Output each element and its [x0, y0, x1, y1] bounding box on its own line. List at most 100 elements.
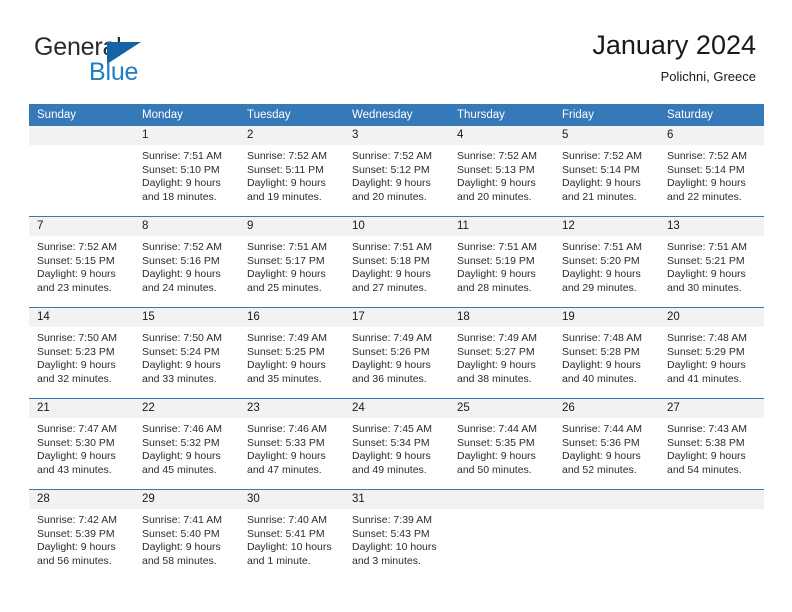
- sunrise-time: Sunrise: 7:52 AM: [352, 150, 432, 162]
- calendar-day-cell[interactable]: 31 Sunrise: 7:39 AM Sunset: 5:43 PM Dayligh…: [344, 489, 449, 580]
- calendar-day-cell[interactable]: 5 Sunrise: 7:52 AM Sunset: 5:14 PM Daylight…: [554, 126, 659, 217]
- calendar-day-cell[interactable]: 25 Sunrise: 7:44 AM Sunset: 5:35 PM Dayligh…: [449, 398, 554, 490]
- day-number: 15: [134, 308, 239, 327]
- calendar-day-cell[interactable]: 29 Sunrise: 7:41 AM Sunset: 5:40 PM Dayligh…: [134, 489, 239, 580]
- calendar-day-cell[interactable]: 11 Sunrise: 7:51 AM Sunset: 5:19 PM Dayligh…: [449, 216, 554, 308]
- sunset-time: Sunset: 5:29 PM: [667, 345, 745, 358]
- calendar-week-row: 14 Sunrise: 7:50 AM Sunset: 5:23 PM Dayligh…: [29, 307, 764, 399]
- day-number: 29: [134, 490, 239, 509]
- daylight-duration-line2: and 45 minutes.: [142, 463, 217, 476]
- calendar-day-cell[interactable]: 3 Sunrise: 7:52 AM Sunset: 5:12 PM Daylight…: [344, 126, 449, 217]
- general-blue-logo[interactable]: General Blue: [34, 33, 174, 89]
- calendar-day-cell[interactable]: 17 Sunrise: 7:49 AM Sunset: 5:26 PM Dayligh…: [344, 307, 449, 399]
- calendar-day-cell[interactable]: 30 Sunrise: 7:40 AM Sunset: 5:41 PM Dayligh…: [239, 489, 344, 580]
- day-number: 19: [554, 308, 659, 327]
- day-number: 24: [344, 399, 449, 418]
- day-cell-content: 19 Sunrise: 7:48 AM Sunset: 5:28 PM Dayligh…: [554, 308, 659, 398]
- daylight-duration-line2: and 18 minutes.: [142, 190, 217, 203]
- daylight-duration-line1: Daylight: 9 hours: [667, 359, 746, 372]
- day-number: 6: [659, 126, 764, 145]
- calendar-day-cell[interactable]: [449, 489, 554, 580]
- day-details: Sunrise: 7:52 AM Sunset: 5:14 PM Daylight:…: [659, 145, 764, 204]
- calendar-day-cell[interactable]: 20 Sunrise: 7:48 AM Sunset: 5:29 PM Dayligh…: [659, 307, 764, 399]
- calendar-day-cell[interactable]: 2 Sunrise: 7:52 AM Sunset: 5:11 PM Daylight…: [239, 126, 344, 217]
- weekday-header-thursday: Thursday: [449, 104, 554, 126]
- calendar-day-cell[interactable]: 28 Sunrise: 7:42 AM Sunset: 5:39 PM Dayligh…: [29, 489, 134, 580]
- calendar-day-cell[interactable]: 19 Sunrise: 7:48 AM Sunset: 5:28 PM Dayligh…: [554, 307, 659, 399]
- daylight-duration-line1: Daylight: 9 hours: [562, 268, 641, 281]
- sunset-time: Sunset: 5:12 PM: [352, 163, 430, 176]
- calendar-day-cell[interactable]: 18 Sunrise: 7:49 AM Sunset: 5:27 PM Dayligh…: [449, 307, 554, 399]
- sunrise-time: Sunrise: 7:51 AM: [667, 241, 747, 253]
- calendar-grid: Sunday Monday Tuesday Wednesday Thursday…: [29, 104, 764, 580]
- day-number: 10: [344, 217, 449, 236]
- day-number: 28: [29, 490, 134, 509]
- day-number: 20: [659, 308, 764, 327]
- daylight-duration-line2: and 49 minutes.: [352, 463, 427, 476]
- calendar-day-cell[interactable]: [659, 489, 764, 580]
- daylight-duration-line1: Daylight: 9 hours: [352, 268, 431, 281]
- sunrise-time: Sunrise: 7:45 AM: [352, 423, 432, 435]
- sunset-time: Sunset: 5:41 PM: [247, 527, 325, 540]
- daylight-duration-line1: Daylight: 9 hours: [562, 450, 641, 463]
- calendar-day-cell[interactable]: 13 Sunrise: 7:51 AM Sunset: 5:21 PM Dayligh…: [659, 216, 764, 308]
- daylight-duration-line2: and 54 minutes.: [667, 463, 742, 476]
- day-details: [449, 509, 554, 514]
- daylight-duration-line2: and 41 minutes.: [667, 372, 742, 385]
- calendar-day-cell[interactable]: 23 Sunrise: 7:46 AM Sunset: 5:33 PM Dayligh…: [239, 398, 344, 490]
- sunset-time: Sunset: 5:16 PM: [142, 254, 220, 267]
- calendar-day-cell[interactable]: 27 Sunrise: 7:43 AM Sunset: 5:38 PM Dayligh…: [659, 398, 764, 490]
- day-details: Sunrise: 7:52 AM Sunset: 5:13 PM Daylight:…: [449, 145, 554, 204]
- calendar-day-cell[interactable]: 21 Sunrise: 7:47 AM Sunset: 5:30 PM Dayligh…: [29, 398, 134, 490]
- sunset-time: Sunset: 5:38 PM: [667, 436, 745, 449]
- calendar-day-cell[interactable]: 1 Sunrise: 7:51 AM Sunset: 5:10 PM Daylight…: [134, 126, 239, 217]
- calendar-day-cell[interactable]: 14 Sunrise: 7:50 AM Sunset: 5:23 PM Dayligh…: [29, 307, 134, 399]
- calendar-day-cell[interactable]: 4 Sunrise: 7:52 AM Sunset: 5:13 PM Daylight…: [449, 126, 554, 217]
- calendar-day-cell[interactable]: 6 Sunrise: 7:52 AM Sunset: 5:14 PM Daylight…: [659, 126, 764, 217]
- day-details: Sunrise: 7:52 AM Sunset: 5:15 PM Daylight:…: [29, 236, 134, 295]
- day-cell-content: [554, 490, 659, 580]
- daylight-duration-line2: and 50 minutes.: [457, 463, 532, 476]
- sunrise-time: Sunrise: 7:52 AM: [667, 150, 747, 162]
- calendar-day-cell[interactable]: 22 Sunrise: 7:46 AM Sunset: 5:32 PM Dayligh…: [134, 398, 239, 490]
- day-cell-content: 26 Sunrise: 7:44 AM Sunset: 5:36 PM Dayligh…: [554, 399, 659, 489]
- day-details: Sunrise: 7:44 AM Sunset: 5:35 PM Daylight:…: [449, 418, 554, 477]
- calendar-day-cell[interactable]: 16 Sunrise: 7:49 AM Sunset: 5:25 PM Dayligh…: [239, 307, 344, 399]
- calendar-day-cell[interactable]: [29, 126, 134, 217]
- daylight-duration-line2: and 58 minutes.: [142, 554, 217, 567]
- calendar-day-cell[interactable]: [554, 489, 659, 580]
- daylight-duration-line2: and 20 minutes.: [457, 190, 532, 203]
- day-number: 2: [239, 126, 344, 145]
- day-details: [554, 509, 659, 514]
- calendar-day-cell[interactable]: 8 Sunrise: 7:52 AM Sunset: 5:16 PM Daylight…: [134, 216, 239, 308]
- sunset-time: Sunset: 5:24 PM: [142, 345, 220, 358]
- calendar-day-cell[interactable]: 7 Sunrise: 7:52 AM Sunset: 5:15 PM Daylight…: [29, 216, 134, 308]
- sunrise-time: Sunrise: 7:44 AM: [562, 423, 642, 435]
- day-cell-content: 27 Sunrise: 7:43 AM Sunset: 5:38 PM Dayligh…: [659, 399, 764, 489]
- day-cell-content: 23 Sunrise: 7:46 AM Sunset: 5:33 PM Dayligh…: [239, 399, 344, 489]
- daylight-duration-line1: Daylight: 9 hours: [142, 359, 221, 372]
- daylight-duration-line1: Daylight: 9 hours: [457, 359, 536, 372]
- calendar-day-cell[interactable]: 24 Sunrise: 7:45 AM Sunset: 5:34 PM Dayligh…: [344, 398, 449, 490]
- day-number: 1: [134, 126, 239, 145]
- sunrise-time: Sunrise: 7:51 AM: [457, 241, 537, 253]
- page-subtitle-location: Polichni, Greece: [660, 69, 756, 84]
- sunset-time: Sunset: 5:14 PM: [562, 163, 640, 176]
- day-details: Sunrise: 7:51 AM Sunset: 5:20 PM Daylight:…: [554, 236, 659, 295]
- calendar-day-cell[interactable]: 9 Sunrise: 7:51 AM Sunset: 5:17 PM Daylight…: [239, 216, 344, 308]
- day-details: Sunrise: 7:51 AM Sunset: 5:21 PM Daylight:…: [659, 236, 764, 295]
- day-cell-content: [449, 490, 554, 580]
- day-cell-content: 6 Sunrise: 7:52 AM Sunset: 5:14 PM Daylight…: [659, 126, 764, 216]
- calendar-day-cell[interactable]: 12 Sunrise: 7:51 AM Sunset: 5:20 PM Dayligh…: [554, 216, 659, 308]
- calendar-day-cell[interactable]: 10 Sunrise: 7:51 AM Sunset: 5:18 PM Dayligh…: [344, 216, 449, 308]
- daylight-duration-line1: Daylight: 9 hours: [352, 450, 431, 463]
- calendar-day-cell[interactable]: 15 Sunrise: 7:50 AM Sunset: 5:24 PM Dayligh…: [134, 307, 239, 399]
- day-details: Sunrise: 7:51 AM Sunset: 5:10 PM Daylight:…: [134, 145, 239, 204]
- day-cell-content: 12 Sunrise: 7:51 AM Sunset: 5:20 PM Dayligh…: [554, 217, 659, 307]
- day-cell-content: 28 Sunrise: 7:42 AM Sunset: 5:39 PM Dayligh…: [29, 490, 134, 580]
- sunset-time: Sunset: 5:18 PM: [352, 254, 430, 267]
- day-cell-content: 14 Sunrise: 7:50 AM Sunset: 5:23 PM Dayligh…: [29, 308, 134, 398]
- calendar-day-cell[interactable]: 26 Sunrise: 7:44 AM Sunset: 5:36 PM Dayligh…: [554, 398, 659, 490]
- calendar-week-row: 21 Sunrise: 7:47 AM Sunset: 5:30 PM Dayligh…: [29, 398, 764, 490]
- day-number: [659, 490, 764, 509]
